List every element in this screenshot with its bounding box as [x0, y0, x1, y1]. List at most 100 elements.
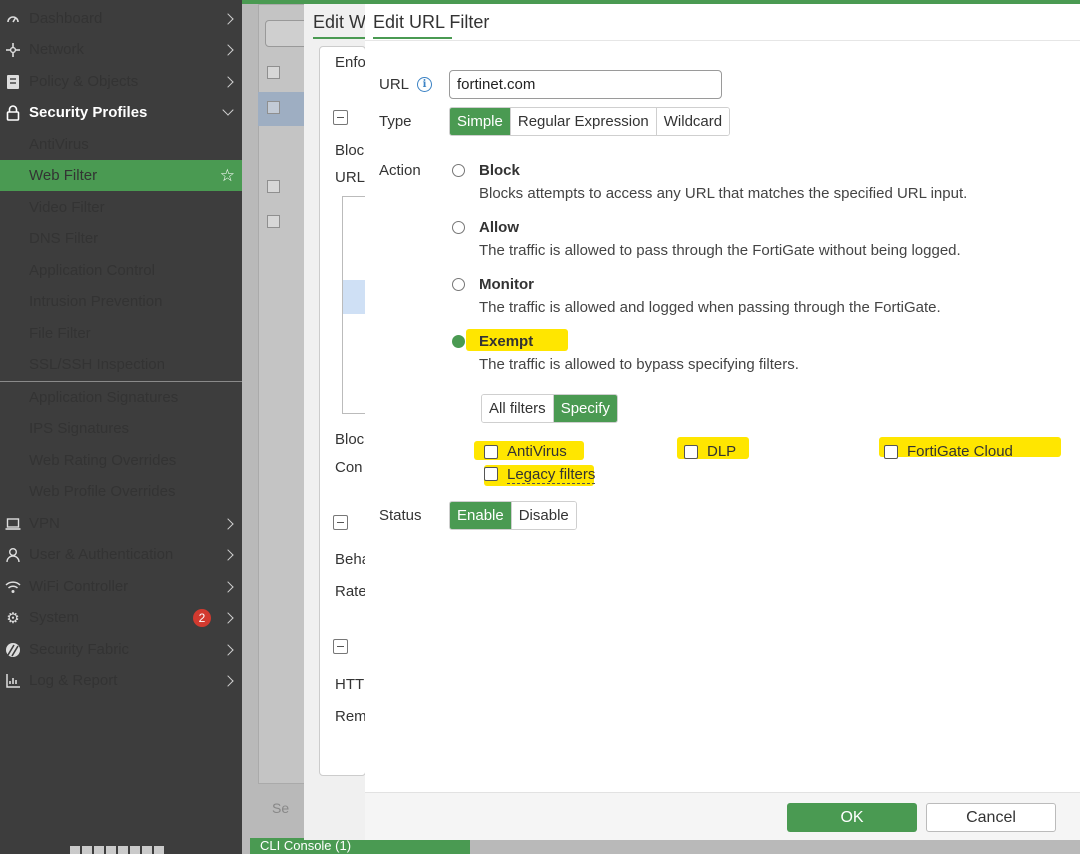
action-radio-monitor[interactable] [452, 278, 465, 291]
header-divider [365, 40, 1080, 41]
url-input[interactable] [449, 70, 722, 99]
collapse-icon[interactable] [333, 515, 348, 530]
action-block-title: Block [479, 162, 520, 179]
sidebar-item-security-profiles[interactable]: Security Profiles [0, 97, 242, 128]
chevron-right-icon [222, 75, 234, 88]
filter-checkbox-antivirus[interactable] [484, 445, 498, 459]
sidebar-item-ssl-ssh-inspection[interactable]: SSL/SSH Inspection [0, 349, 242, 380]
sidebar-item-web-profile-overrides[interactable]: Web Profile Overrides [0, 476, 242, 507]
policy-icon [4, 73, 22, 91]
mid-label: Bloc [335, 142, 365, 159]
sidebar-item-dashboard[interactable]: Dashboard [0, 3, 242, 34]
fortinet-logo [70, 846, 166, 854]
sidebar: Dashboard Network Policy & Objects Secur… [0, 0, 242, 854]
action-radio-allow[interactable] [452, 221, 465, 234]
report-icon [4, 672, 22, 690]
action-radio-exempt[interactable] [452, 335, 465, 348]
gear-icon: ⚙ [6, 609, 20, 627]
star-icon[interactable]: ☆ [220, 166, 235, 186]
filter-label-antivirus: AntiVirus [507, 443, 567, 460]
type-option-regular-expression[interactable]: Regular Expression [510, 108, 657, 135]
status-option-disable[interactable]: Disable [511, 502, 576, 529]
status-label: Status [379, 507, 422, 524]
mid-label: Con [335, 459, 363, 476]
sidebar-item-wifi-controller[interactable]: WiFi Controller [0, 571, 242, 602]
scope-option-all-filters[interactable]: All filters [482, 395, 554, 422]
cli-console-tab[interactable]: CLI Console (1) [250, 838, 470, 854]
background-checkbox [267, 180, 280, 193]
sidebar-item-video-filter[interactable]: Video Filter [0, 192, 242, 223]
sidebar-item-ips-signatures[interactable]: IPS Signatures [0, 413, 242, 444]
sidebar-item-security-fabric[interactable]: Security Fabric [0, 634, 242, 665]
chevron-right-icon [222, 643, 234, 656]
sidebar-item-application-signatures[interactable]: Application Signatures [0, 382, 242, 413]
notification-badge: 2 [193, 608, 211, 627]
mid-label: Rem [335, 708, 367, 725]
mid-label: Bloc [335, 431, 365, 448]
sidebar-item-policy-objects[interactable]: Policy & Objects [0, 66, 242, 97]
sidebar-item-file-filter[interactable]: File Filter [0, 318, 242, 349]
vpn-icon [4, 515, 22, 533]
mid-label: HTT [335, 676, 365, 693]
type-option-wildcard[interactable]: Wildcard [656, 108, 730, 135]
chevron-right-icon [222, 611, 234, 624]
action-radio-block[interactable] [452, 164, 465, 177]
sidebar-item-network[interactable]: Network [0, 34, 242, 65]
collapse-icon[interactable] [333, 110, 348, 125]
cancel-button[interactable]: Cancel [926, 803, 1056, 832]
chevron-right-icon [222, 43, 234, 56]
info-icon[interactable]: i [417, 77, 432, 92]
title-underline [313, 37, 365, 39]
sidebar-item-intrusion-prevention[interactable]: Intrusion Prevention [0, 286, 242, 317]
chevron-down-icon [222, 104, 234, 116]
filter-checkbox-dlp[interactable] [684, 445, 698, 459]
mid-label: Rate [335, 583, 367, 600]
type-label: Type [379, 113, 412, 130]
background-selected-row [258, 92, 306, 126]
scope-option-specify[interactable]: Specify [553, 395, 617, 422]
sidebar-item-log-report[interactable]: Log & Report [0, 665, 242, 696]
action-monitor-desc: The traffic is allowed and logged when p… [479, 299, 941, 316]
type-selector: Simple Regular Expression Wildcard [449, 107, 731, 136]
chevron-right-icon [222, 674, 234, 687]
status-option-enable[interactable]: Enable [450, 502, 512, 529]
network-icon [4, 41, 22, 59]
filter-label-dlp: DLP [707, 443, 737, 460]
url-filter-selected-row[interactable] [343, 280, 366, 314]
filter-label-fortigate-cloud: FortiGate Cloud [907, 443, 1013, 460]
title-underline [373, 37, 452, 39]
sidebar-item-web-rating-overrides[interactable]: Web Rating Overrides [0, 445, 242, 476]
sidebar-item-dns-filter[interactable]: DNS Filter [0, 223, 242, 254]
type-option-simple[interactable]: Simple [450, 108, 511, 135]
chevron-right-icon [222, 12, 234, 25]
background-footer-text: Se [272, 800, 290, 816]
action-exempt-title: Exempt [479, 333, 534, 350]
wifi-icon [4, 578, 22, 596]
action-label: Action [379, 162, 421, 179]
filter-label-legacy: Legacy filters [507, 466, 596, 484]
edit-web-filter-title: Edit W [313, 12, 367, 32]
fabric-icon [4, 641, 22, 659]
collapse-icon[interactable] [333, 639, 348, 654]
chevron-right-icon [222, 580, 234, 593]
mid-label: Enfo [335, 54, 366, 71]
url-label: URL [379, 76, 410, 93]
action-allow-desc: The traffic is allowed to pass through t… [479, 242, 961, 259]
chevron-right-icon [222, 548, 234, 561]
background-checkbox [267, 66, 280, 79]
sidebar-item-antivirus[interactable]: AntiVirus [0, 129, 242, 160]
sidebar-item-web-filter[interactable]: Web Filter ☆ [0, 160, 242, 191]
sidebar-item-system[interactable]: ⚙ System 2 [0, 602, 242, 633]
lock-icon [4, 104, 22, 122]
background-checkbox [267, 215, 280, 228]
sidebar-item-application-control[interactable]: Application Control [0, 255, 242, 286]
sidebar-item-vpn[interactable]: VPN [0, 508, 242, 539]
action-block-desc: Blocks attempts to access any URL that m… [479, 185, 968, 202]
status-selector: Enable Disable [449, 501, 577, 530]
ok-button[interactable]: OK [787, 803, 917, 832]
filter-checkbox-fortigate-cloud[interactable] [884, 445, 898, 459]
user-icon [4, 546, 22, 564]
sidebar-item-user-authentication[interactable]: User & Authentication [0, 539, 242, 570]
exempt-scope-selector: All filters Specify [481, 394, 618, 423]
filter-checkbox-legacy[interactable] [484, 467, 498, 481]
